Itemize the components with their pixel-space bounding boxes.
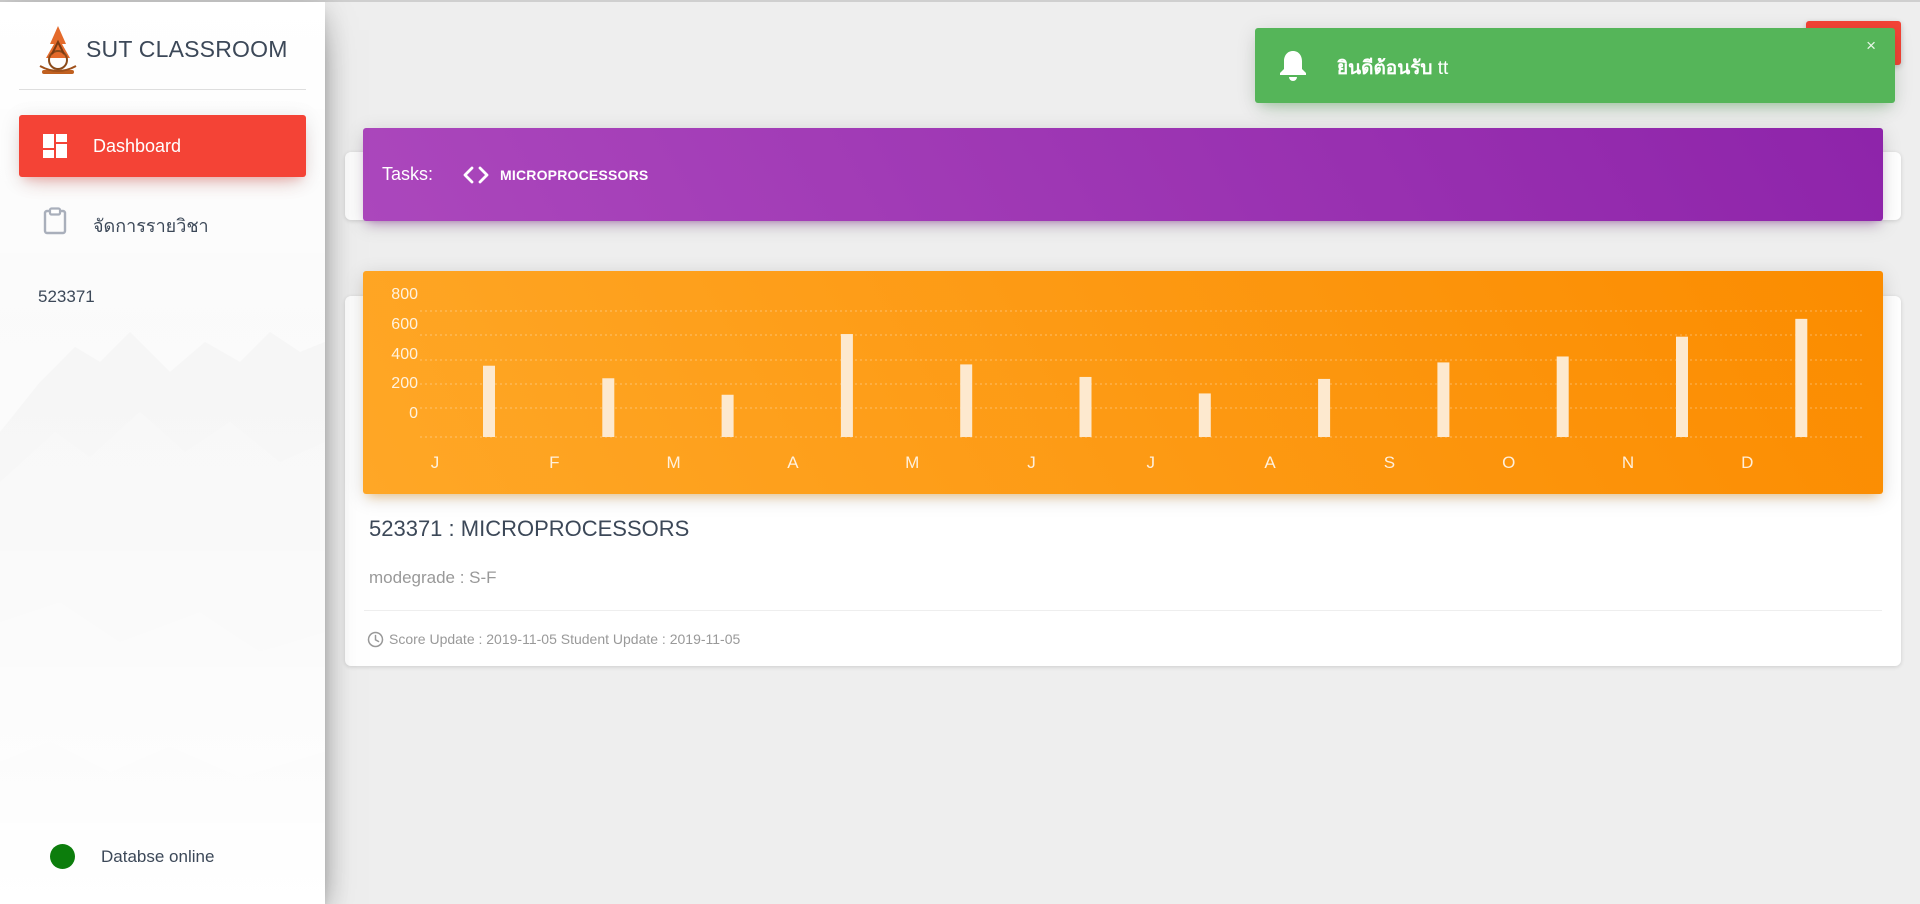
chart-bar bbox=[1198, 393, 1211, 437]
x-tick-label: M bbox=[667, 453, 681, 472]
close-icon[interactable]: × bbox=[1866, 36, 1876, 56]
x-tick-label: A bbox=[1264, 453, 1276, 472]
x-tick-label: D bbox=[1741, 453, 1753, 472]
y-tick-label: 0 bbox=[409, 405, 418, 422]
x-tick-label: O bbox=[1502, 453, 1515, 472]
brand-name: SUT CLASSROOM bbox=[86, 36, 288, 62]
tasks-header: Tasks: MICROPROCESSORS bbox=[363, 128, 1883, 221]
x-tick-label: J bbox=[431, 453, 440, 472]
x-tick-label: M bbox=[905, 453, 919, 472]
sidebar-item-dashboard[interactable]: Dashboard bbox=[19, 115, 306, 177]
clock-icon bbox=[367, 631, 384, 647]
university-emblem-icon bbox=[39, 26, 77, 74]
chart-bar bbox=[1318, 378, 1331, 437]
x-tick-label: N bbox=[1622, 453, 1634, 472]
x-tick-label: J bbox=[1027, 453, 1036, 472]
chart-bar bbox=[1556, 356, 1569, 437]
y-tick-label: 200 bbox=[391, 375, 418, 392]
x-tick-label: A bbox=[787, 453, 799, 472]
notification-title: ยินดีต้อนรับ bbox=[1337, 58, 1433, 79]
sidebar-item-manage-courses[interactable]: จัดการรายวิชา bbox=[19, 190, 306, 252]
tab-microprocessors[interactable]: MICROPROCESSORS bbox=[462, 158, 648, 192]
chart-header: 800 600 400 200 0 J F M A M J J A S O N D bbox=[363, 271, 1883, 494]
tasks-label: Tasks: bbox=[382, 164, 434, 184]
y-tick-label: 600 bbox=[391, 316, 418, 333]
chart-bar bbox=[602, 378, 615, 437]
brand-logo[interactable]: SUT CLASSROOM bbox=[36, 24, 306, 80]
chart-bar bbox=[960, 364, 973, 437]
sidebar-item-label: Dashboard bbox=[93, 136, 182, 156]
clipboard-icon bbox=[43, 207, 67, 235]
welcome-notification: ยินดีต้อนรับ tt × bbox=[1255, 28, 1895, 103]
x-tick-label: F bbox=[549, 453, 559, 472]
status-dot-icon bbox=[50, 844, 75, 869]
sidebar: SUT CLASSROOM Dashboard จัดการรายวิชา 52… bbox=[0, 2, 325, 904]
chart-bar bbox=[483, 365, 495, 437]
card-footer: Score Update : 2019-11-05 Student Update… bbox=[367, 630, 740, 648]
course-title: 523371 : MICROPROCESSORS bbox=[369, 516, 690, 541]
sidebar-course-code[interactable]: 523371 bbox=[38, 287, 95, 307]
course-modegrade: modegrade : S-F bbox=[369, 568, 497, 587]
chart-bar bbox=[721, 394, 734, 437]
card-divider bbox=[364, 610, 1882, 611]
database-status: Databse online bbox=[50, 842, 290, 872]
bar-chart: 800 600 400 200 0 J F M A M J J A S O N D bbox=[391, 286, 1863, 472]
tab-label: MICROPROCESSORS bbox=[500, 167, 649, 183]
code-icon bbox=[463, 166, 489, 184]
x-tick-label: J bbox=[1147, 453, 1156, 472]
dashboard-icon bbox=[43, 134, 67, 158]
chart-bar bbox=[1676, 336, 1688, 437]
sidebar-item-label: จัดการรายวิชา bbox=[93, 216, 209, 236]
y-tick-label: 800 bbox=[391, 286, 418, 303]
logo-divider bbox=[19, 89, 306, 90]
notification-message: ยินดีต้อนรับ tt bbox=[1337, 53, 1448, 83]
x-tick-label: S bbox=[1384, 453, 1395, 472]
update-stats: Score Update : 2019-11-05 Student Update… bbox=[389, 631, 741, 647]
notification-user: tt bbox=[1437, 58, 1449, 79]
database-status-label: Databse online bbox=[101, 847, 215, 866]
chart-bar bbox=[1795, 318, 1808, 437]
y-tick-label: 400 bbox=[391, 346, 418, 363]
chart-bar bbox=[840, 334, 853, 437]
chart-bar bbox=[1079, 376, 1092, 437]
chart-bar bbox=[1437, 362, 1450, 437]
bell-icon bbox=[1280, 51, 1306, 81]
